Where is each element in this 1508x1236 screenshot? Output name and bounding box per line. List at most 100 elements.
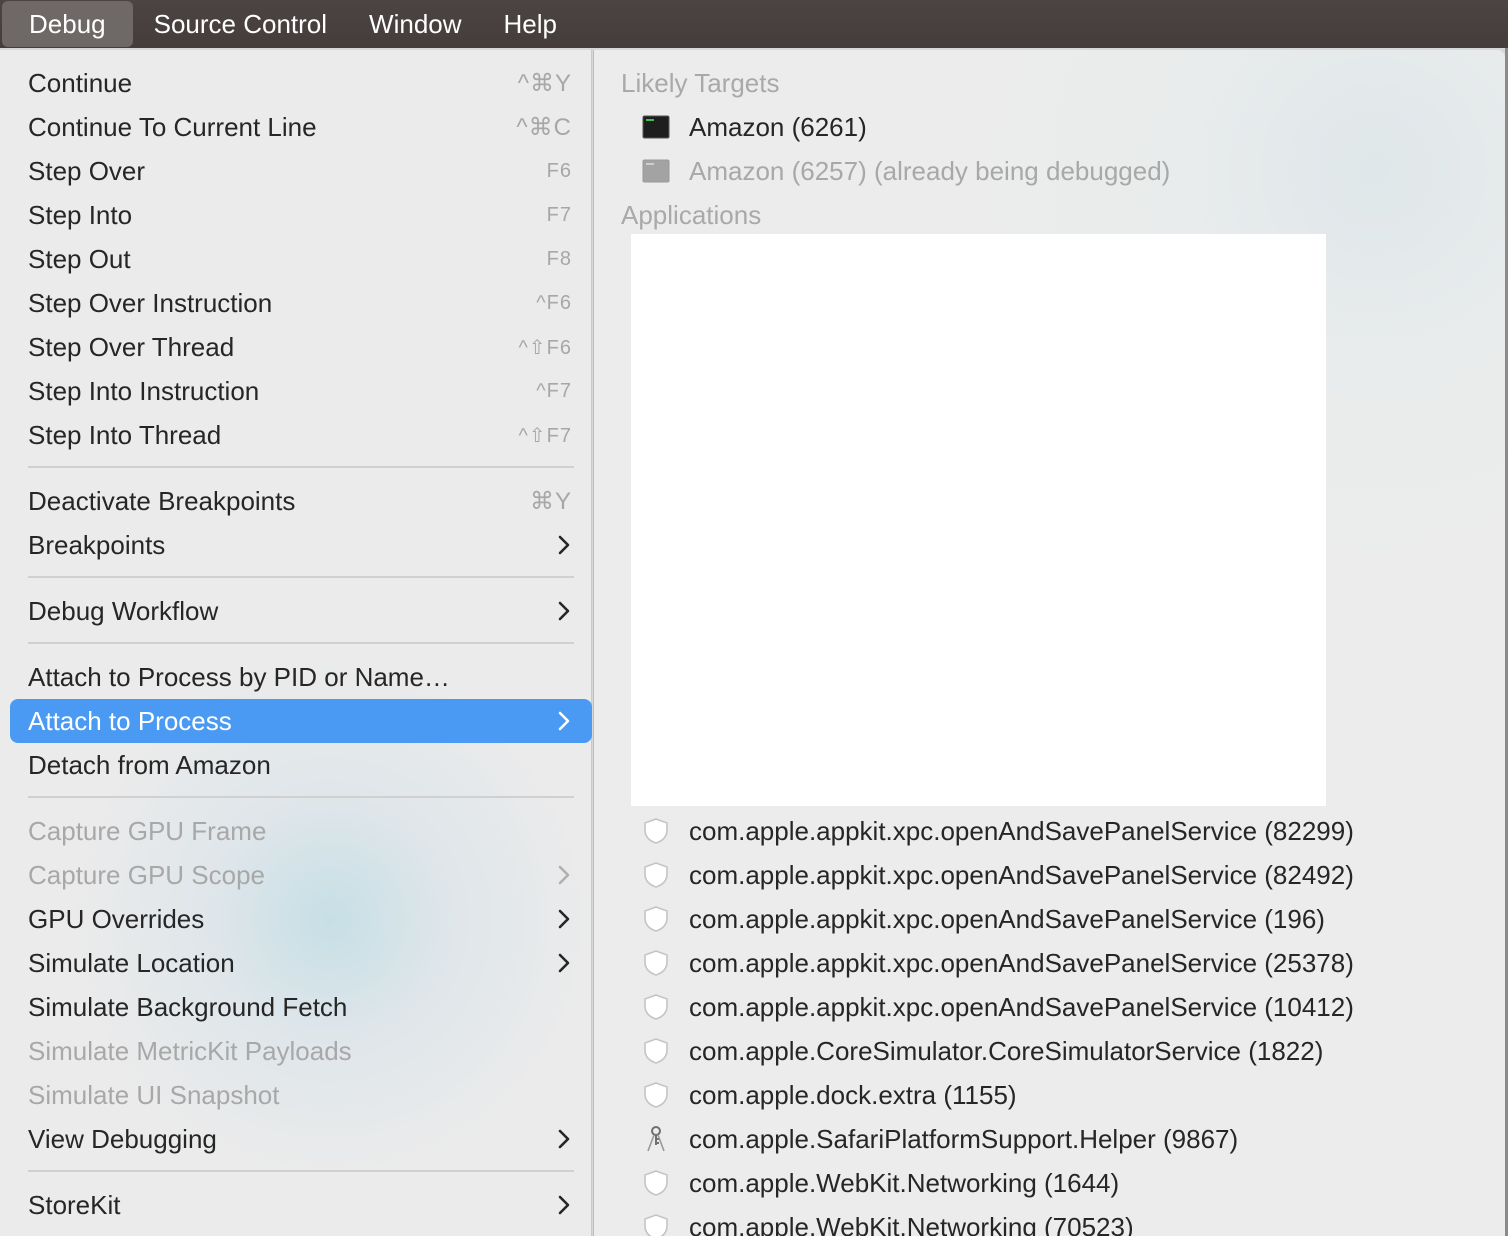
chevron-right-icon xyxy=(556,1193,572,1217)
menu-item-simulate-ui-snapshot: Simulate UI Snapshot xyxy=(10,1073,592,1117)
process-label: com.apple.appkit.xpc.openAndSavePanelSer… xyxy=(689,815,1354,846)
shield-icon xyxy=(642,861,670,889)
menu-item-label: Step Into Instruction xyxy=(28,375,260,406)
process-item[interactable]: com.apple.appkit.xpc.openAndSavePanelSer… xyxy=(642,941,1354,985)
menu-item-step-over-instruction[interactable]: Step Over Instruction ^F6 xyxy=(10,281,592,325)
menu-item-label: Breakpoints xyxy=(28,529,166,560)
shortcut-label: ^F6 xyxy=(536,291,572,314)
menu-item-label: Simulate Background Fetch xyxy=(28,991,348,1022)
menu-item-label: Debug Workflow xyxy=(28,595,219,626)
menu-item-label: Step Into Thread xyxy=(28,419,222,450)
chevron-right-icon xyxy=(556,1127,572,1151)
process-item[interactable]: com.apple.CoreSimulator.CoreSimulatorSer… xyxy=(642,1029,1323,1073)
menu-item-label: Detach from Amazon xyxy=(28,749,271,780)
menubar-item-debug[interactable]: Debug xyxy=(2,1,133,47)
menu-item-label: Attach to Process by PID or Name… xyxy=(28,661,450,692)
menu-item-label: View Debugging xyxy=(28,1123,217,1154)
menu-item-label: Deactivate Breakpoints xyxy=(28,485,296,516)
shortcut-label: F8 xyxy=(546,247,572,270)
menu-item-step-over[interactable]: Step Over F6 xyxy=(10,149,592,193)
shortcut-label: ^F7 xyxy=(536,379,572,402)
menu-item-step-into-instruction[interactable]: Step Into Instruction ^F7 xyxy=(10,369,592,413)
process-label: com.apple.dock.extra (1155) xyxy=(689,1079,1017,1110)
menubar-item-source-control[interactable]: Source Control xyxy=(133,0,348,48)
shortcut-label: ⌘Y xyxy=(529,487,572,515)
menu-item-step-into[interactable]: Step Into F7 xyxy=(10,193,592,237)
debug-menu: Continue ^⌘Y Continue To Current Line ^⌘… xyxy=(0,50,592,1236)
chevron-right-icon xyxy=(556,599,572,623)
menu-item-deactivate-breakpoints[interactable]: Deactivate Breakpoints ⌘Y xyxy=(10,479,592,523)
shield-icon xyxy=(642,1169,670,1197)
menu-item-breakpoints[interactable]: Breakpoints xyxy=(10,523,592,567)
terminal-icon xyxy=(642,113,670,141)
application-list-blank-area xyxy=(631,234,1326,806)
process-label: com.apple.CoreSimulator.CoreSimulatorSer… xyxy=(689,1035,1324,1066)
process-label: com.apple.appkit.xpc.openAndSavePanelSer… xyxy=(689,859,1354,890)
process-item[interactable]: com.apple.dock.extra (1155) xyxy=(642,1073,1017,1117)
menu-item-label: Simulate Location xyxy=(28,947,235,978)
menu-separator xyxy=(28,576,574,578)
menu-item-simulate-metrickit: Simulate MetricKit Payloads xyxy=(10,1029,592,1073)
likely-target-item: Amazon (6257) (already being debugged) xyxy=(642,149,1170,193)
chevron-right-icon xyxy=(556,533,572,557)
process-item[interactable]: com.apple.appkit.xpc.openAndSavePanelSer… xyxy=(642,809,1354,853)
shield-icon xyxy=(642,1037,670,1065)
menu-separator xyxy=(28,796,574,798)
process-label: com.apple.appkit.xpc.openAndSavePanelSer… xyxy=(689,991,1354,1022)
likely-target-item[interactable]: Amazon (6261) xyxy=(642,105,867,149)
chevron-right-icon xyxy=(556,907,572,931)
menu-item-label: Step Over xyxy=(28,155,146,186)
process-label: Amazon (6261) xyxy=(689,111,867,142)
menubar-item-window[interactable]: Window xyxy=(348,0,482,48)
menu-item-detach[interactable]: Detach from Amazon xyxy=(10,743,592,787)
shortcut-label: F6 xyxy=(546,159,572,182)
process-label: com.apple.WebKit.Networking (1644) xyxy=(689,1167,1120,1198)
menu-separator xyxy=(28,466,574,468)
menu-item-label: GPU Overrides xyxy=(28,903,205,934)
menu-item-gpu-overrides[interactable]: GPU Overrides xyxy=(10,897,592,941)
menu-item-attach-to-process[interactable]: Attach to Process xyxy=(10,699,592,743)
menu-item-capture-gpu-frame: Capture GPU Frame xyxy=(10,809,592,853)
menu-separator xyxy=(28,1170,574,1172)
likely-targets-header: Likely Targets xyxy=(621,68,780,98)
process-label: com.apple.SafariPlatformSupport.Helper (… xyxy=(689,1123,1239,1154)
menu-item-label: Capture GPU Frame xyxy=(28,815,267,846)
menu-item-label: Step Out xyxy=(28,243,131,274)
shield-icon xyxy=(642,949,670,977)
menu-item-debug-workflow[interactable]: Debug Workflow xyxy=(10,589,592,633)
shield-icon xyxy=(642,1081,670,1109)
shield-icon xyxy=(642,817,670,845)
menu-item-simulate-location[interactable]: Simulate Location xyxy=(10,941,592,985)
chevron-right-icon xyxy=(556,951,572,975)
menu-item-capture-gpu-scope: Capture GPU Scope xyxy=(10,853,592,897)
menu-item-label: Simulate MetricKit Payloads xyxy=(28,1035,352,1066)
chevron-right-icon xyxy=(556,709,572,733)
shortcut-label: F7 xyxy=(546,203,572,226)
menu-item-simulate-background-fetch[interactable]: Simulate Background Fetch xyxy=(10,985,592,1029)
shield-icon xyxy=(642,905,670,933)
process-item[interactable]: com.apple.WebKit.Networking (1644) xyxy=(642,1161,1119,1205)
process-label: com.apple.WebKit.Networking (70523) xyxy=(689,1211,1134,1236)
menu-item-continue-to-current-line[interactable]: Continue To Current Line ^⌘C xyxy=(10,105,592,149)
menu-item-step-over-thread[interactable]: Step Over Thread ^⇧F6 xyxy=(10,325,592,369)
menu-item-step-out[interactable]: Step Out F8 xyxy=(10,237,592,281)
menu-separator xyxy=(28,642,574,644)
menu-item-view-debugging[interactable]: View Debugging xyxy=(10,1117,592,1161)
process-item[interactable]: com.apple.SafariPlatformSupport.Helper (… xyxy=(642,1117,1238,1161)
shortcut-label: ^⇧F6 xyxy=(518,336,572,359)
menu-item-attach-by-pid[interactable]: Attach to Process by PID or Name… xyxy=(10,655,592,699)
menubar-item-help[interactable]: Help xyxy=(483,0,578,48)
applications-header: Applications xyxy=(621,200,762,230)
menu-item-label: Step Over Instruction xyxy=(28,287,273,318)
menu-item-storekit[interactable]: StoreKit xyxy=(10,1183,592,1227)
menu-item-continue[interactable]: Continue ^⌘Y xyxy=(10,61,592,105)
process-item[interactable]: com.apple.WebKit.Networking (70523) xyxy=(642,1205,1134,1236)
menu-item-label: Step Over Thread xyxy=(28,331,235,362)
process-label: com.apple.appkit.xpc.openAndSavePanelSer… xyxy=(689,903,1325,934)
process-item[interactable]: com.apple.appkit.xpc.openAndSavePanelSer… xyxy=(642,897,1325,941)
process-label: com.apple.appkit.xpc.openAndSavePanelSer… xyxy=(689,947,1354,978)
menu-item-step-into-thread[interactable]: Step Into Thread ^⇧F7 xyxy=(10,413,592,457)
menu-bar: Debug Source Control Window Help xyxy=(0,0,1508,48)
process-item[interactable]: com.apple.appkit.xpc.openAndSavePanelSer… xyxy=(642,985,1354,1029)
process-item[interactable]: com.apple.appkit.xpc.openAndSavePanelSer… xyxy=(642,853,1354,897)
